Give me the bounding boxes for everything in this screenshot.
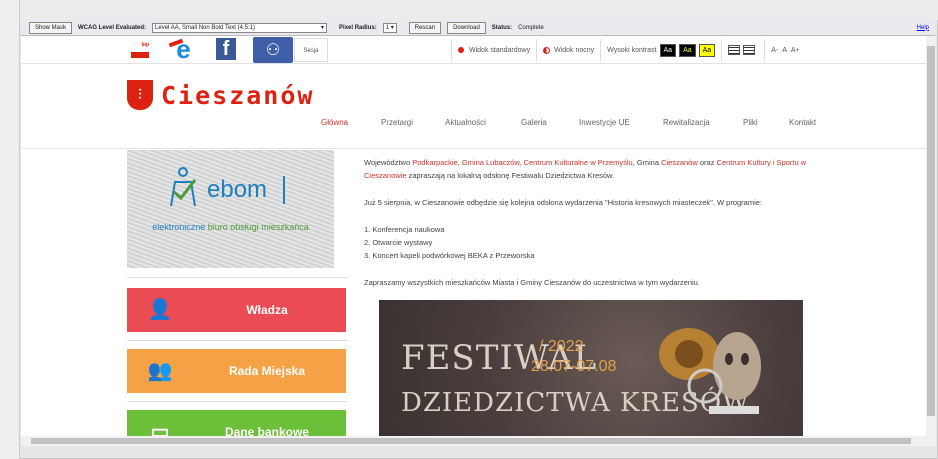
horizontal-scrollbar[interactable] [21, 436, 936, 446]
list-item: 1. Konferencja naukowa [364, 225, 445, 234]
list-item: 3. Koncert kapeli podwórkowej BEKA z Prz… [364, 251, 535, 260]
web-page: bip e f ⚇ Sesja Widok standardowy Widok … [21, 36, 926, 436]
horizontal-scroll-thumb[interactable] [31, 438, 911, 444]
window-top-bar [0, 0, 938, 20]
article-paragraph-2: Już 5 sierpnia, w Cieszanowie odbędzie s… [364, 198, 763, 207]
font-larger-button[interactable]: A+ [791, 47, 800, 54]
text: , Gmina [632, 158, 662, 167]
wcag-level-label: WCAG Level Evaluated: [78, 24, 147, 31]
help-link[interactable]: Help [917, 25, 929, 31]
article-paragraph-3: Zapraszamy wszystkich mieszkańców Miasta… [364, 278, 700, 287]
sidebar-divider [127, 277, 347, 278]
poster-dates: 28.07-07.08 [531, 358, 617, 375]
tile-rada-miejska[interactable]: 👥 Rada Miejska [127, 349, 346, 393]
status-value: Complete [518, 24, 544, 31]
show-mask-button[interactable]: Show Mask [29, 21, 73, 34]
night-view-button[interactable]: Widok nocny [536, 39, 600, 61]
narrow-layout-icon[interactable] [743, 45, 756, 55]
nav-item-galeria[interactable]: Galeria [521, 118, 579, 127]
nav-item-kontakt[interactable]: Kontakt [789, 118, 829, 127]
pixel-radius-select[interactable]: 1 ▾ [382, 22, 397, 33]
contrast-black-white-button[interactable]: Aa [659, 43, 677, 57]
vertical-scrollbar[interactable] [926, 36, 936, 436]
text: oraz [697, 158, 717, 167]
wcag-level-value: Level AA, Small Non Bold Text (4.5:1) [155, 24, 255, 31]
half-circle-icon [543, 46, 551, 54]
high-contrast-label: Wysoki kontrast [607, 46, 657, 54]
text: zapraszają na lokalną odsłonę Festiwalu … [406, 171, 615, 180]
ebom-bar [283, 176, 285, 204]
facebook-icon[interactable]: f [216, 38, 236, 60]
nav-item-przetargi[interactable]: Przetargi [381, 118, 445, 127]
chevron-down-icon: ▾ [321, 24, 325, 31]
tile-wladza[interactable]: 👤 Władza [127, 288, 346, 332]
tile-dane-bankowe[interactable]: ▭ Dane bankowe [127, 410, 346, 436]
article-link-regions[interactable]: Podkarpackie, Gmina Lubaczów, Centrum Ku… [412, 158, 633, 167]
chevron-down-icon: ▾ [390, 24, 394, 31]
epuap-logo-icon[interactable]: e [166, 36, 201, 64]
tile-rada-label: Rada Miejska [228, 364, 306, 378]
nav-item-glowna[interactable]: Główna [321, 118, 381, 127]
text: Województwo [364, 158, 413, 167]
dot-icon [458, 47, 464, 53]
ebom-person-icon [170, 167, 197, 207]
top-service-bar: bip e f ⚇ Sesja Widok standardowy Widok … [21, 36, 926, 64]
article-paragraph-1: Województwo Podkarpackie, Gmina Lubaczów… [364, 156, 819, 182]
contrast-checker-toolbar: Show Mask WCAG Level Evaluated: Level AA… [21, 20, 935, 36]
contrast-yellow-black-button[interactable]: Aa [698, 43, 716, 57]
tile-dane-label: Dane bankowe [224, 425, 310, 436]
font-normal-button[interactable]: A [782, 47, 787, 54]
nav-divider [21, 148, 926, 149]
session-camera-icon[interactable]: ⚇ [253, 37, 293, 63]
bip-logo-icon[interactable]: bip [126, 36, 154, 63]
person-icon: 👤 [147, 299, 173, 321]
font-smaller-button[interactable]: A- [771, 47, 778, 54]
nav-item-pliki[interactable]: Pliki [743, 118, 789, 127]
night-view-label: Widok nocny [554, 46, 595, 54]
session-link[interactable]: Sesja [294, 38, 328, 62]
main-navigation: Główna Przetargi Aktualności Galeria Inw… [321, 118, 829, 127]
wcag-level-select[interactable]: Level AA, Small Non Bold Text (4.5:1) ▾ [152, 22, 328, 33]
ebom-subtitle-suffix: biuro obsługi mieszkańca [207, 222, 309, 232]
article-content: Województwo Podkarpackie, Gmina Lubaczów… [364, 156, 819, 303]
status-label: Status: [491, 24, 513, 31]
contrast-black-yellow-button[interactable]: Aa [679, 43, 696, 57]
site-logo[interactable]: ⫶ Cieszanów [127, 80, 314, 110]
article-link-cieszanow[interactable]: Cieszanów [661, 158, 698, 167]
list-item: 2. Otwarcie wystawy [364, 238, 433, 247]
poster-year: / 2022 [539, 338, 584, 355]
nav-item-inwestycje[interactable]: Inwestycje UE [579, 118, 663, 127]
coat-of-arms-icon: ⫶ [127, 80, 153, 110]
nav-item-aktualnosci[interactable]: Aktualności [445, 118, 521, 127]
wide-layout-icon[interactable] [728, 45, 741, 55]
high-contrast-group: Wysoki kontrast Aa Aa Aa [600, 39, 721, 61]
logo-text: Cieszanów [161, 80, 315, 110]
standard-view-label: Widok standardowy [469, 46, 531, 54]
ebom-banner[interactable]: ebom elektroniczne biuro obsługi mieszka… [127, 150, 334, 268]
accessibility-toolbar: Widok standardowy Widok nocny Wysoki kon… [451, 39, 810, 61]
tile-wladza-label: Władza [246, 303, 288, 317]
poster-masks-icon [659, 328, 761, 414]
group-icon: 👥 [147, 360, 173, 382]
sidebar-divider [127, 340, 347, 341]
rescan-button[interactable]: Rescan [408, 21, 442, 34]
bip-text: bip [131, 41, 149, 58]
ebom-subtitle-prefix: elektroniczne [152, 222, 208, 232]
pixel-radius-label: Pixel Radius: [339, 24, 377, 31]
festival-poster: FESTIWAL / 2022 28.07-07.08 DZIEDZICTWA … [379, 300, 803, 436]
pixel-radius-value: 1 [385, 24, 390, 31]
left-panel-strip [0, 0, 20, 459]
standard-view-button[interactable]: Widok standardowy [451, 39, 536, 61]
layout-group [721, 39, 764, 61]
sidebar-divider [127, 401, 347, 402]
font-size-group: A- A A+ [764, 39, 809, 61]
ebom-title: ebom [207, 176, 268, 203]
program-list: 1. Konferencja naukowa 2. Otwarcie wysta… [364, 223, 819, 262]
download-button[interactable]: Download [447, 21, 486, 34]
bank-card-icon: ▭ [150, 421, 170, 436]
vertical-scroll-thumb[interactable] [927, 46, 935, 416]
ebom-subtitle: elektroniczne biuro obsługi mieszkańca [127, 222, 334, 232]
nav-item-rewitalizacja[interactable]: Rewitalizacja [663, 118, 743, 127]
